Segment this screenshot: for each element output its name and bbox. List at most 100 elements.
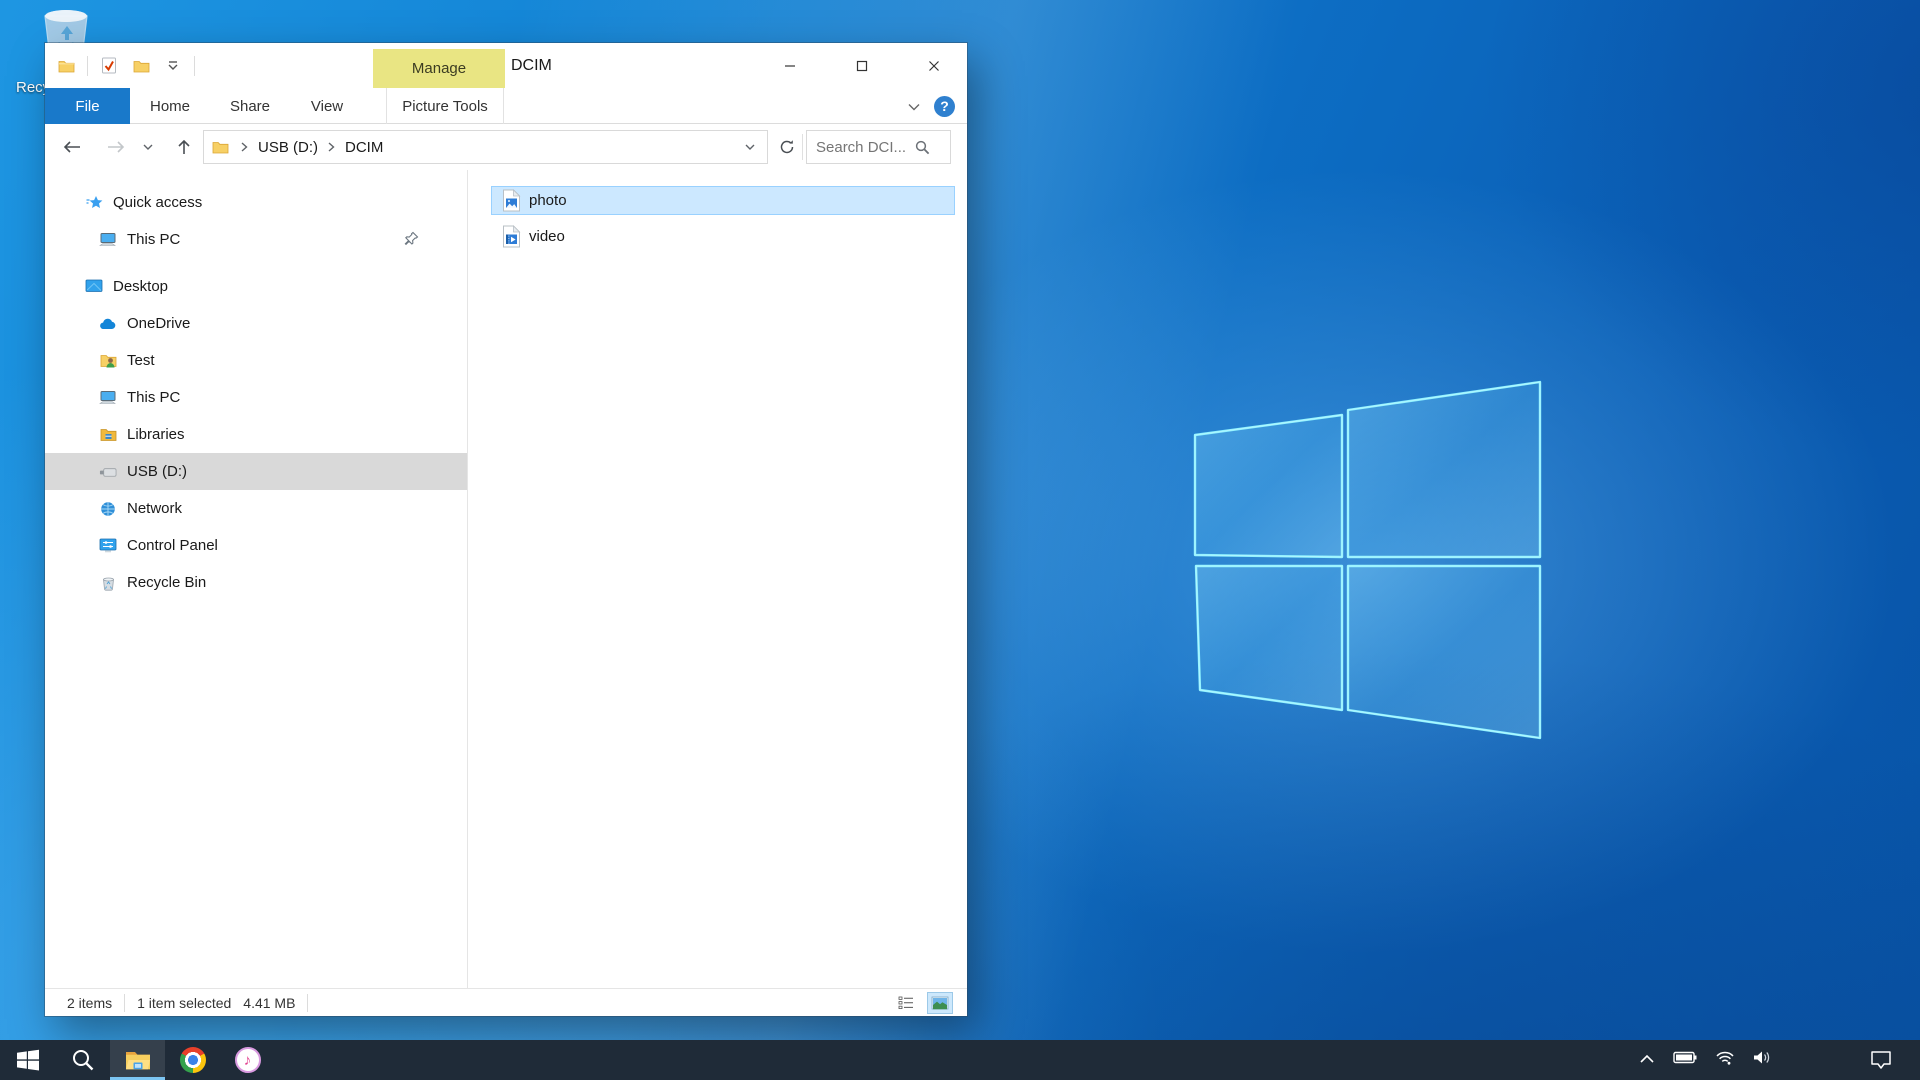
breadcrumb-drive[interactable]: USB (D:) (254, 139, 322, 156)
nav-item-onedrive[interactable]: OneDrive (45, 305, 467, 342)
items-count: 2 items (45, 995, 124, 1011)
nav-item-control-panel[interactable]: Control Panel (45, 527, 467, 564)
collapse-ribbon-icon[interactable] (908, 98, 920, 115)
status-bar: 2 items 1 item selected 4.41 MB (45, 988, 967, 1016)
volume-icon[interactable] (1753, 1050, 1772, 1070)
customize-qat-icon[interactable] (162, 53, 184, 79)
taskbar-file-explorer-button[interactable] (110, 1040, 165, 1080)
taskbar-chrome-button[interactable] (165, 1040, 220, 1080)
qat-separator (194, 56, 195, 76)
title-bar[interactable]: Manage DCIM (45, 43, 967, 88)
properties-icon[interactable] (98, 53, 120, 79)
breadcrumb-chevron-icon[interactable] (322, 142, 341, 152)
nav-item-label: Control Panel (127, 537, 218, 554)
nav-item-label: USB (D:) (127, 463, 187, 480)
minimize-button[interactable] (767, 43, 813, 88)
qat-separator (87, 56, 88, 76)
taskbar: ♪ (0, 1040, 1920, 1080)
recycle-bin-icon (99, 574, 117, 592)
nav-item-label: Network (127, 500, 182, 517)
nav-item-test-user[interactable]: Test (45, 342, 467, 379)
file-name: photo (529, 192, 567, 209)
address-search-divider (802, 134, 803, 160)
tab-file[interactable]: File (45, 88, 130, 124)
nav-item-this-pc[interactable]: This PC (45, 379, 467, 416)
user-folder-icon (99, 352, 117, 370)
nav-item-label: Libraries (127, 426, 185, 443)
taskbar-itunes-button[interactable]: ♪ (220, 1040, 275, 1080)
file-item-video[interactable]: video (491, 222, 955, 251)
nav-item-label: Desktop (113, 278, 168, 295)
breadcrumb-folder[interactable]: DCIM (341, 139, 387, 156)
nav-item-label: This PC (127, 389, 180, 406)
tray-expand-icon[interactable] (1639, 1051, 1655, 1069)
selection-size: 4.41 MB (243, 995, 307, 1011)
quick-access-toolbar (55, 43, 195, 88)
start-button[interactable] (0, 1040, 55, 1080)
tab-home[interactable]: Home (137, 88, 203, 124)
up-icon[interactable] (169, 132, 199, 162)
usb-drive-icon (99, 463, 117, 481)
taskbar-search-button[interactable] (55, 1040, 110, 1080)
close-button[interactable] (911, 43, 957, 88)
wifi-icon[interactable] (1715, 1050, 1735, 1070)
selection-count: 1 item selected (125, 995, 243, 1011)
help-icon[interactable]: ? (934, 96, 955, 117)
address-bar-row: USB (D:) DCIM (45, 124, 967, 170)
file-list: photo video (468, 170, 967, 988)
battery-icon[interactable] (1673, 1051, 1697, 1069)
desktop-monitor-icon (85, 278, 103, 296)
nav-item-usb-drive[interactable]: USB (D:) (45, 453, 467, 490)
file-name: video (529, 228, 565, 245)
network-icon (99, 500, 117, 518)
chrome-icon (180, 1047, 206, 1073)
window-title: DCIM (511, 43, 552, 88)
quick-access-star-icon (85, 194, 103, 212)
ribbon-tab-row: File Home Share View Picture Tools ? (45, 88, 967, 124)
refresh-icon[interactable] (772, 132, 802, 162)
maximize-button[interactable] (839, 43, 885, 88)
details-view-icon[interactable] (893, 992, 919, 1014)
action-center-icon (1870, 1050, 1892, 1070)
address-dropdown-icon[interactable] (737, 131, 763, 163)
pin-icon (404, 231, 419, 250)
new-folder-icon[interactable] (130, 53, 152, 79)
nav-item-label: This PC (127, 231, 180, 248)
back-icon[interactable] (57, 132, 87, 162)
file-item-photo[interactable]: photo (491, 186, 955, 215)
nav-item-network[interactable]: Network (45, 490, 467, 527)
system-tray (1639, 1040, 1772, 1080)
status-separator (307, 994, 308, 1012)
recent-locations-icon[interactable] (133, 132, 163, 162)
itunes-icon: ♪ (235, 1047, 261, 1073)
tab-picture-tools[interactable]: Picture Tools (386, 88, 504, 124)
nav-item-libraries[interactable]: Libraries (45, 416, 467, 453)
libraries-icon (99, 426, 117, 444)
address-bar[interactable]: USB (D:) DCIM (203, 130, 768, 164)
start-icon (16, 1048, 40, 1072)
control-panel-icon (99, 537, 117, 555)
taskbar-search-icon (71, 1048, 95, 1072)
large-icons-view-icon[interactable] (927, 992, 953, 1014)
address-folder-icon (204, 140, 235, 154)
tab-view[interactable]: View (295, 88, 359, 124)
nav-item-recycle-bin[interactable]: Recycle Bin (45, 564, 467, 601)
tab-share[interactable]: Share (215, 88, 285, 124)
file-explorer-icon (125, 1049, 151, 1071)
nav-item-desktop[interactable]: Desktop (45, 268, 467, 305)
nav-item-this-pc-pinned[interactable]: This PC (45, 221, 467, 258)
navigation-pane: Quick access This PC Desktop (45, 170, 467, 988)
nav-item-label: Recycle Bin (127, 574, 206, 591)
breadcrumb-chevron-icon[interactable] (235, 142, 254, 152)
image-file-icon (501, 189, 521, 213)
forward-icon[interactable] (101, 132, 131, 162)
screen: Recycle Bin Manage (0, 0, 1920, 1080)
action-center-button[interactable] (1870, 1040, 1892, 1080)
search-input[interactable] (807, 139, 915, 156)
manage-context-tab[interactable]: Manage (373, 49, 505, 88)
nav-item-quick-access[interactable]: Quick access (45, 184, 467, 221)
nav-item-label: Quick access (113, 194, 202, 211)
search-box[interactable] (806, 130, 951, 164)
search-icon[interactable] (915, 140, 930, 155)
this-pc-icon (99, 389, 117, 407)
